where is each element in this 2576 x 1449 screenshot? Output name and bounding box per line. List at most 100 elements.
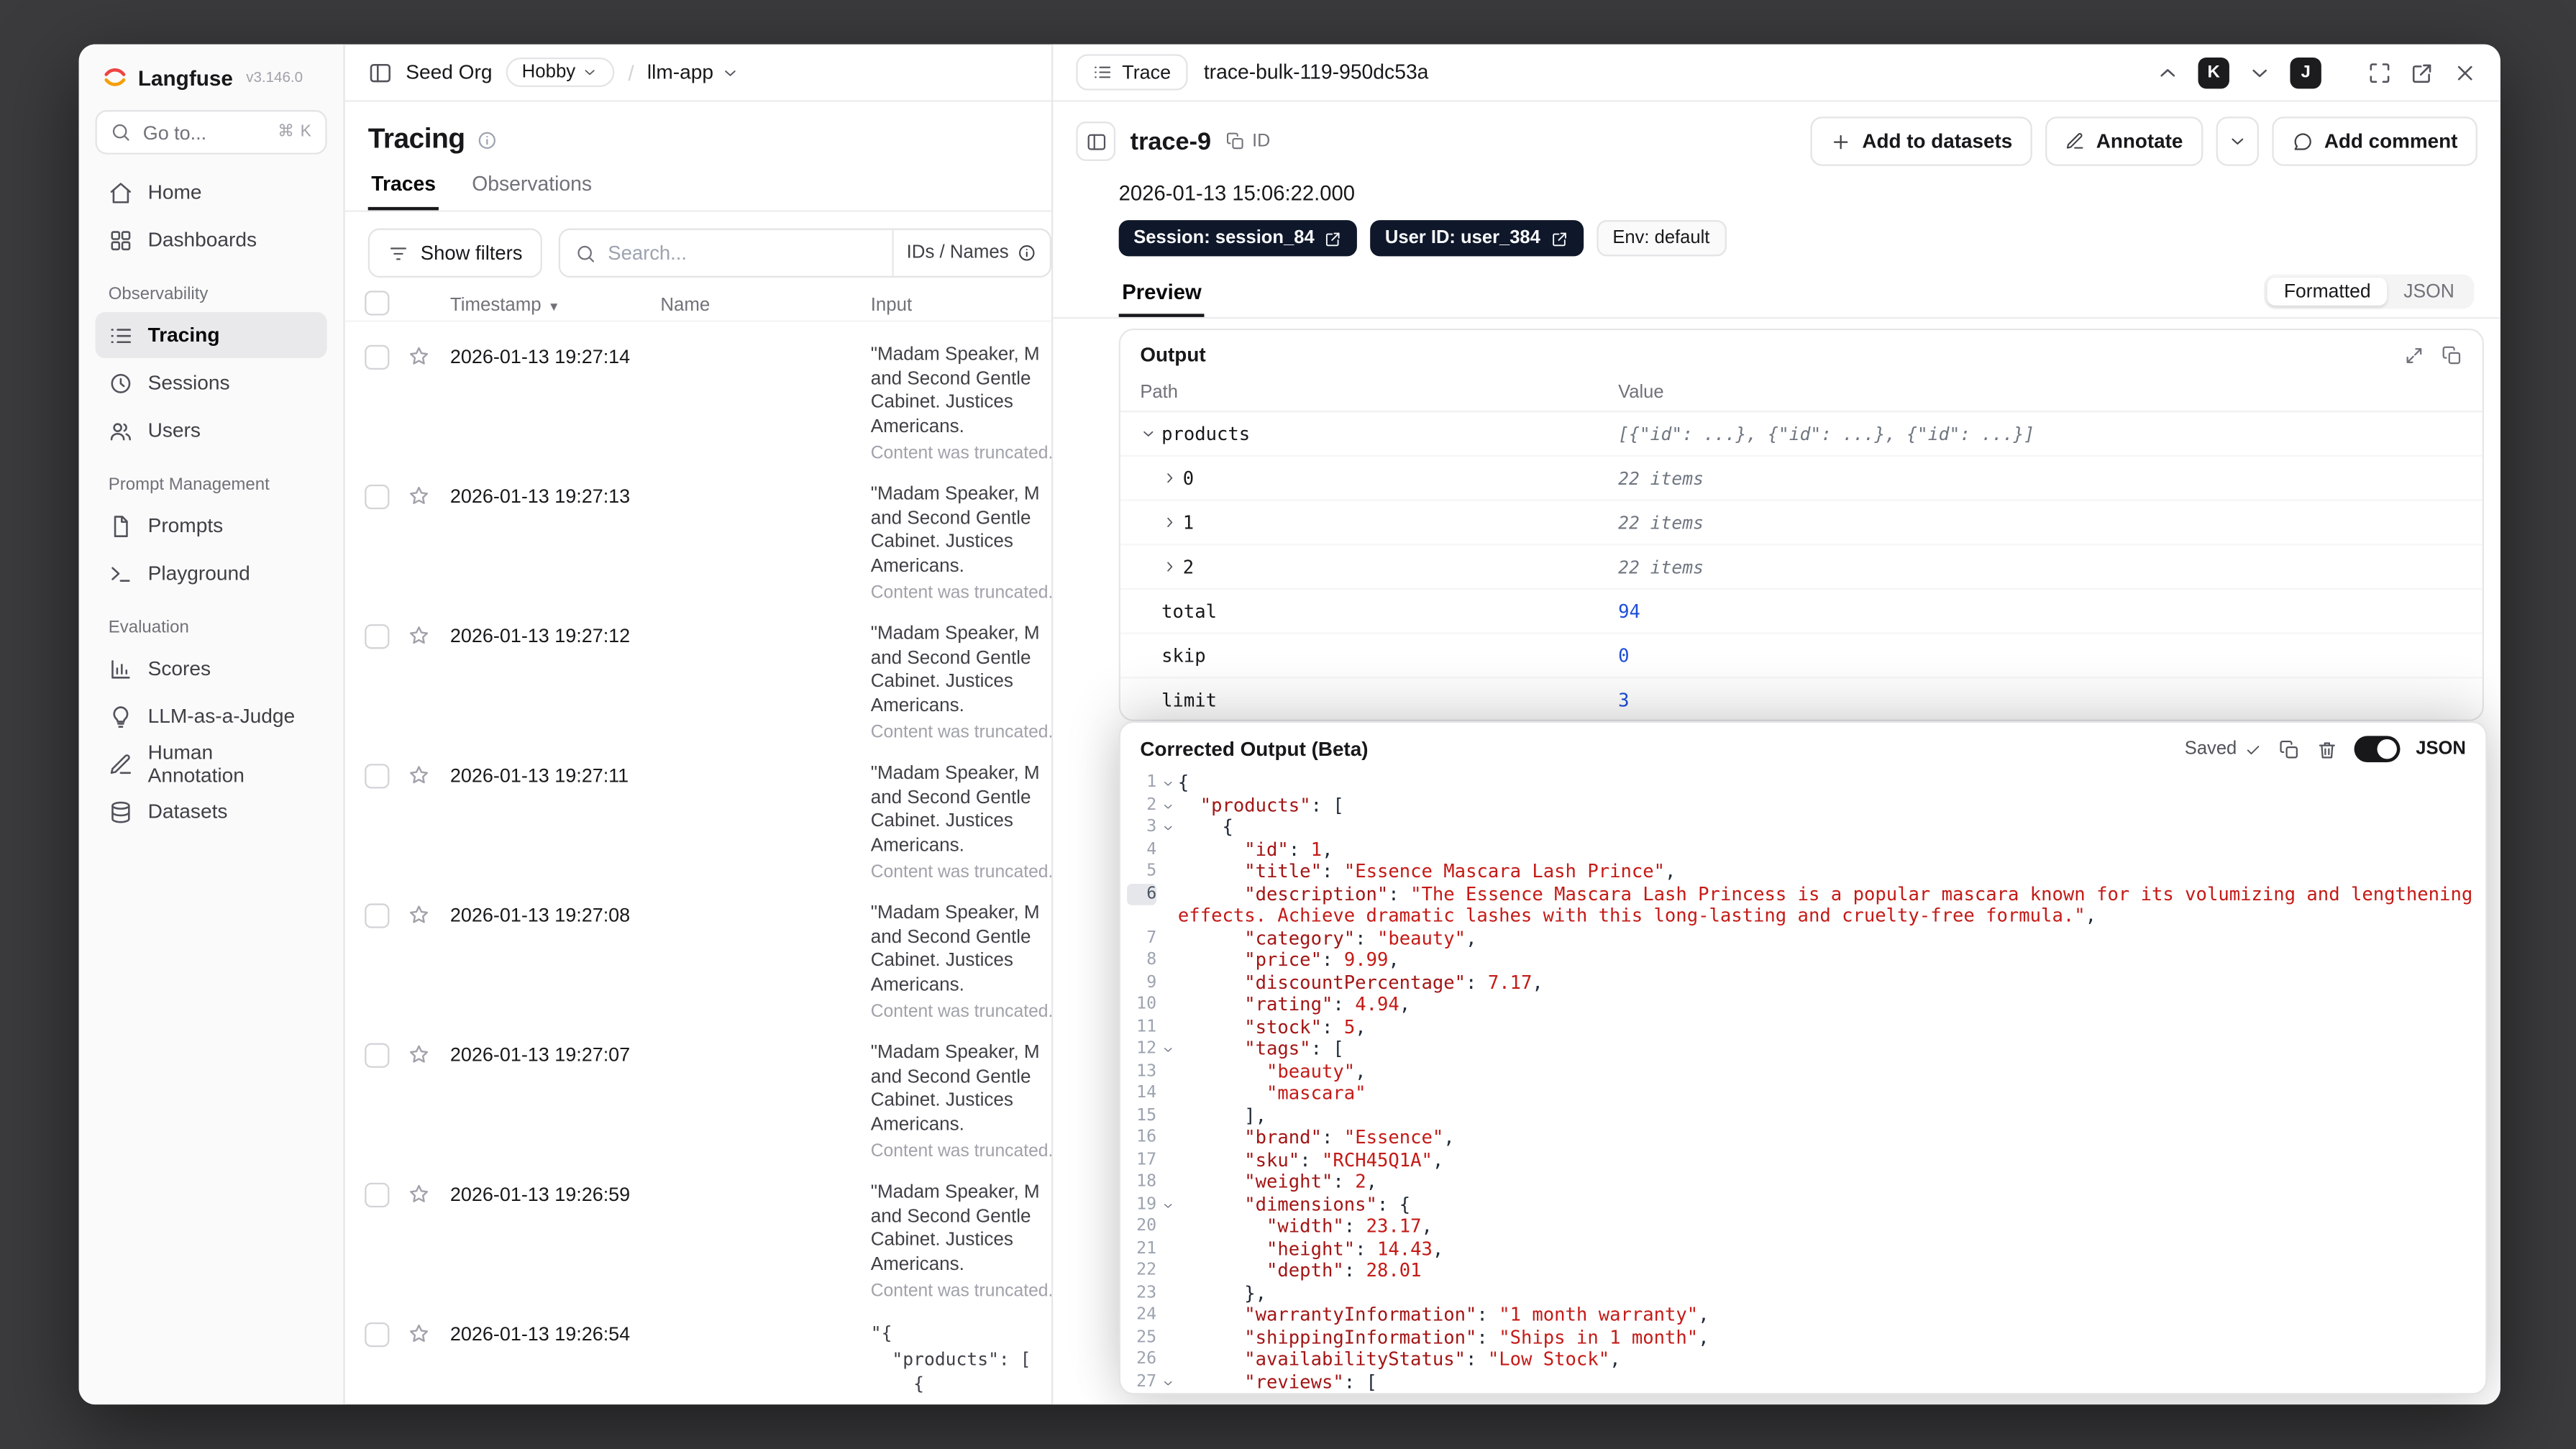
goto-button[interactable]: Go to... ⌘ K [95, 110, 327, 155]
favorite-star[interactable] [408, 1181, 450, 1205]
fold-icon[interactable] [1156, 1371, 1178, 1389]
search-input[interactable]: Search... IDs / Names [558, 228, 1052, 278]
chevron-right-icon[interactable] [1161, 514, 1183, 531]
org-name[interactable]: Seed Org [406, 61, 492, 84]
fold-icon[interactable] [1156, 795, 1178, 813]
trash-icon[interactable] [2316, 739, 2337, 760]
select-all-checkbox[interactable] [365, 291, 390, 316]
trace-row[interactable]: 2026-01-13 19:27:11 "Madam Speaker, Mand … [345, 741, 1051, 883]
fold-icon[interactable] [1156, 1194, 1178, 1212]
format-tab-json[interactable]: JSON [2387, 278, 2470, 306]
fold-icon[interactable] [1156, 772, 1178, 790]
trace-row[interactable]: 2026-01-13 19:27:07 "Madam Speaker, Mand … [345, 1020, 1051, 1162]
info-icon[interactable] [477, 129, 498, 150]
column-input[interactable]: Input [871, 296, 1051, 315]
copy-icon[interactable] [2442, 344, 2463, 366]
output-row[interactable]: 2 22 items [1120, 545, 2483, 590]
code-line[interactable]: 21 "height": 14.43, [1127, 1238, 2475, 1260]
maximize-icon[interactable] [2367, 60, 2392, 84]
collapse-panel-button[interactable] [1076, 122, 1116, 161]
session-badge[interactable]: Session: session_84 [1118, 220, 1358, 257]
open-in-new-icon[interactable] [2410, 60, 2434, 84]
code-line[interactable]: 4 "id": 1, [1127, 838, 2475, 861]
row-checkbox[interactable] [365, 1182, 390, 1208]
sidebar-item-home[interactable]: Home [95, 169, 326, 215]
sidebar-item-users[interactable]: Users [95, 408, 326, 454]
close-icon[interactable] [2453, 60, 2477, 84]
fold-icon[interactable] [1156, 1038, 1178, 1056]
row-checkbox[interactable] [365, 624, 390, 649]
add-comment-button[interactable]: Add comment [2271, 116, 2477, 166]
code-line[interactable]: 9 "discountPercentage": 7.17, [1127, 972, 2475, 994]
json-toggle[interactable] [2353, 736, 2400, 762]
output-row[interactable]: products [{"id": ...}, {"id": ...}, {"id"… [1120, 412, 2483, 457]
code-line[interactable]: 12 "tags": [ [1127, 1038, 2475, 1061]
trace-row[interactable]: 2026-01-13 19:26:54 "{ "products": [ { [345, 1299, 1051, 1404]
column-name[interactable]: Name [660, 296, 870, 315]
code-line[interactable]: 16 "brand": "Essence", [1127, 1127, 2475, 1149]
chevron-right-icon[interactable] [1161, 470, 1183, 486]
row-checkbox[interactable] [365, 903, 390, 928]
fold-icon[interactable] [1156, 816, 1178, 834]
code-line[interactable]: 1{ [1127, 772, 2475, 795]
sidebar-item-human-annotation[interactable]: Human Annotation [95, 741, 326, 787]
code-line[interactable]: 2 "products": [ [1127, 795, 2475, 817]
format-tab-formatted[interactable]: Formatted [2267, 278, 2388, 306]
code-line[interactable]: 10 "rating": 4.94, [1127, 994, 2475, 1016]
sidebar-item-scores[interactable]: Scores [95, 646, 326, 692]
chevron-down-icon[interactable] [2247, 60, 2272, 84]
favorite-star[interactable] [408, 762, 450, 787]
row-checkbox[interactable] [365, 1322, 390, 1348]
trace-row[interactable]: 2026-01-13 19:27:08 "Madam Speaker, Mand … [345, 880, 1051, 1023]
favorite-star[interactable] [408, 483, 450, 508]
code-line[interactable]: 23 }, [1127, 1282, 2475, 1304]
output-row[interactable]: 0 22 items [1120, 457, 2483, 501]
column-timestamp[interactable]: Timestamp ▼ [450, 296, 660, 315]
sidebar-item-playground[interactable]: Playground [95, 550, 326, 596]
sidebar-item-llm-as-a-judge[interactable]: LLM-as-a-Judge [95, 693, 326, 739]
sidebar-item-sessions[interactable]: Sessions [95, 360, 326, 406]
sidebar-item-prompts[interactable]: Prompts [95, 503, 326, 549]
tab-preview[interactable]: Preview [1119, 279, 1205, 317]
chevron-up-icon[interactable] [2155, 60, 2180, 84]
favorite-star[interactable] [408, 902, 450, 926]
project-switcher[interactable]: llm-app [647, 61, 740, 84]
favorite-star[interactable] [408, 343, 450, 367]
favorite-star[interactable] [408, 623, 450, 647]
code-line[interactable]: 3 { [1127, 816, 2475, 838]
code-line[interactable]: 25 "shippingInformation": "Ships in 1 mo… [1127, 1327, 2475, 1349]
expand-icon[interactable] [2403, 344, 2425, 366]
annotate-button[interactable]: Annotate [2045, 116, 2203, 166]
code-line[interactable]: 27 "reviews": [ [1127, 1371, 2475, 1393]
chevron-right-icon[interactable] [1161, 559, 1183, 575]
row-checkbox[interactable] [365, 1043, 390, 1068]
json-editor[interactable]: 1{2 "products": [3 {4 "id": 1, 5 "title":… [1120, 766, 2485, 1394]
code-line[interactable]: 18 "weight": 2, [1127, 1171, 2475, 1194]
search-mode-select[interactable]: IDs / Names [892, 229, 1050, 276]
sidebar-item-tracing[interactable]: Tracing [95, 312, 327, 358]
sidebar-item-dashboards[interactable]: Dashboards [95, 217, 326, 263]
trace-row[interactable]: 2026-01-13 19:26:59 "Madam Speaker, Mand … [345, 1160, 1051, 1302]
code-line[interactable]: 13 "beauty", [1127, 1061, 2475, 1083]
favorite-star[interactable] [408, 1041, 450, 1066]
copy-icon[interactable] [2278, 739, 2299, 760]
code-line[interactable]: 14 "mascara" [1127, 1082, 2475, 1105]
trace-row[interactable]: 2026-01-13 19:27:12 "Madam Speaker, Mand … [345, 601, 1051, 743]
toggle-sidebar-icon[interactable] [368, 60, 393, 84]
add-to-datasets-button[interactable]: Add to datasets [1809, 116, 2032, 166]
tab-observations[interactable]: Observations [469, 173, 595, 211]
code-line[interactable]: 20 "width": 23.17, [1127, 1215, 2475, 1238]
code-line[interactable]: 22 "depth": 28.01 [1127, 1260, 2475, 1282]
user-badge[interactable]: User ID: user_384 [1370, 220, 1584, 257]
row-checkbox[interactable] [365, 344, 390, 370]
chevron-down-icon[interactable] [1140, 426, 1161, 442]
code-line[interactable]: 6 "description": "The Essence Mascara La… [1127, 882, 2475, 928]
code-line[interactable]: 15 ], [1127, 1105, 2475, 1127]
code-line[interactable]: 17 "sku": "RCH45Q1A", [1127, 1149, 2475, 1171]
code-line[interactable]: 19 "dimensions": { [1127, 1194, 2475, 1216]
code-line[interactable]: 8 "price": 9.99, [1127, 949, 2475, 972]
row-checkbox[interactable] [365, 764, 390, 789]
code-line[interactable]: 24 "warrantyInformation": "1 month warra… [1127, 1304, 2475, 1327]
code-line[interactable]: 26 "availabilityStatus": "Low Stock", [1127, 1348, 2475, 1371]
trace-row[interactable]: 2026-01-13 19:27:14 "Madam Speaker, Mand … [345, 322, 1051, 464]
